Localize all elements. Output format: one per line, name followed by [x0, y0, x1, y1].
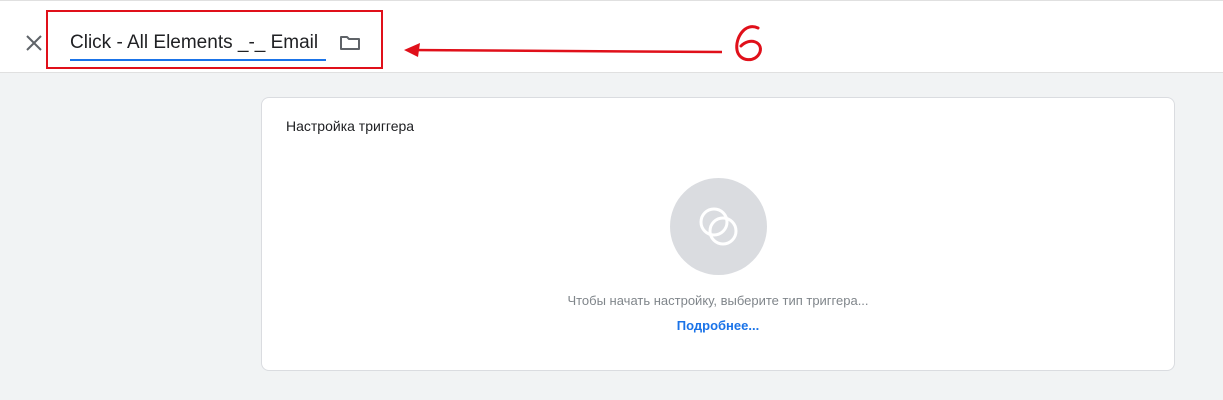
card-title: Настройка триггера: [286, 118, 415, 134]
annotation-highlight-box: [46, 10, 383, 69]
trigger-config-card: Настройка триггера Чтобы начать настройк…: [261, 97, 1175, 371]
hint-text: Чтобы начать настройку, выберите тип три…: [567, 293, 869, 308]
learn-more-link[interactable]: Подробнее...: [262, 318, 1174, 333]
close-icon[interactable]: [22, 31, 46, 55]
trigger-type-icon[interactable]: [670, 178, 767, 275]
